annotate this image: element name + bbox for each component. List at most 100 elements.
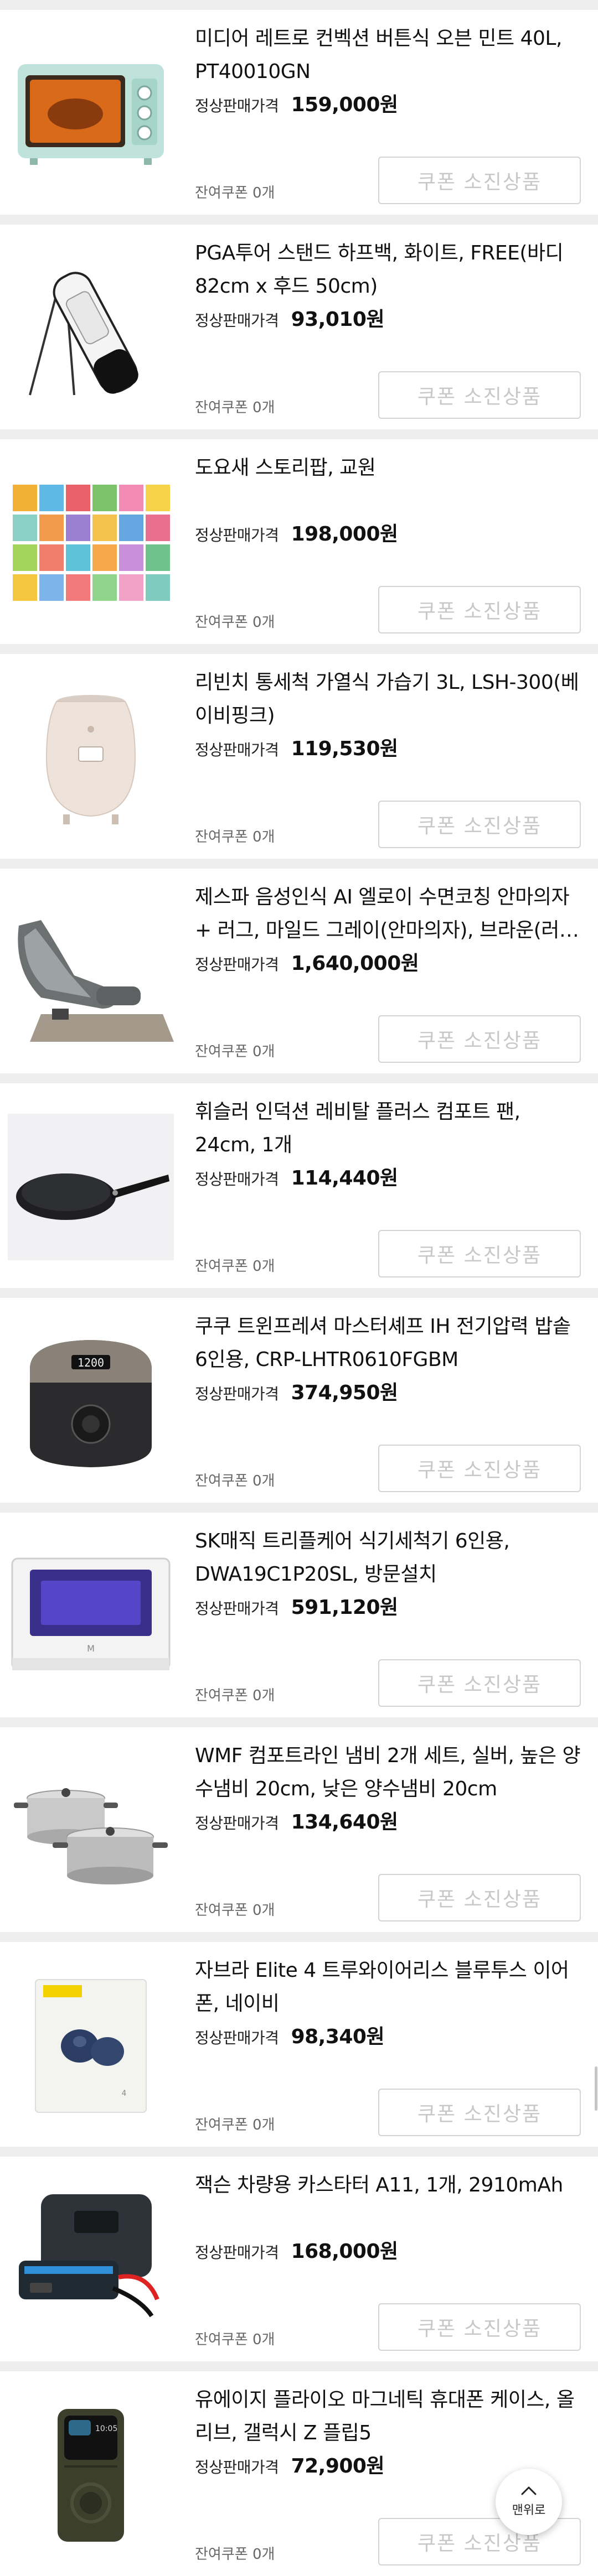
price-row: 정상판매가격 198,000원 [195,518,398,547]
price-row: 정상판매가격 374,950원 [195,1377,398,1405]
coupon-soldout-button[interactable]: 쿠폰 소진상품 [378,801,581,848]
price-row: 정상판매가격 591,120원 [195,1591,398,1620]
earbuds-icon[interactable]: 4 [8,1972,174,2119]
humidifier-icon[interactable] [8,684,174,831]
svg-text:1200: 1200 [78,1356,104,1369]
coupon-soldout-button[interactable]: 쿠폰 소진상품 [378,1659,581,1707]
price-row: 정상판매가격 119,530원 [195,733,398,761]
svg-text:4: 4 [122,2089,127,2098]
price-label: 정상판매가격 [195,2243,279,2262]
price-row: 정상판매가격 72,900원 [195,2450,385,2479]
list-item[interactable]: WMF 컴포트라인 냄비 2개 세트, 실버, 높은 양수냄비 20cm, 낮은… [0,1717,598,1932]
price-row: 정상판매가격 1,640,000원 [195,947,419,976]
scroll-to-top-button[interactable]: 맨위로 [496,2469,562,2535]
remaining-coupon: 잔여쿠폰 0개 [195,1687,275,1704]
price-value: 168,000원 [291,2240,399,2263]
list-item[interactable]: 잭슨 차량용 카스타터 A11, 1개, 2910mAh 정상판매가격 168,… [0,2147,598,2361]
dishwasher-icon[interactable]: M [8,1543,174,1690]
price-value: 114,440원 [291,1167,399,1190]
chevron-up-icon [520,2486,537,2498]
coupon-soldout-button[interactable]: 쿠폰 소진상품 [378,2089,581,2136]
price-row: 정상판매가격 159,000원 [195,89,398,117]
price-value: 1,640,000원 [291,952,419,975]
price-label: 정상판매가격 [195,2029,279,2047]
frying-pan-icon[interactable] [8,1114,174,1260]
price-label: 정상판매가격 [195,955,279,974]
product-title[interactable]: PGA투어 스탠드 하프백, 화이트, FREE(바디 82cm x 후드 50… [195,237,582,303]
remaining-coupon: 잔여쿠폰 0개 [195,1902,275,1919]
price-label: 정상판매가격 [195,1170,279,1188]
pot-set-icon[interactable] [8,1758,174,1904]
rice-cooker-icon[interactable]: 1200 [8,1328,174,1475]
product-title[interactable]: 쿠쿠 트윈프레셔 마스터셰프 IH 전기압력 밥솥 6인용, CRP-LHTR0… [195,1310,582,1377]
price-row: 정상판매가격 93,010원 [195,303,385,332]
product-title[interactable]: 제스파 음성인식 AI 엘로이 수면코칭 안마의자 + 러그, 마일드 그레이(… [195,881,582,947]
coupon-soldout-button[interactable]: 쿠폰 소진상품 [378,1230,581,1277]
coupon-soldout-button[interactable]: 쿠폰 소진상품 [378,1874,581,1921]
product-list: 미디어 레트로 컨벡션 버튼식 오븐 민트 40L, PT40010GN 정상판… [0,0,598,2576]
list-item[interactable]: 리빈치 통세척 가열식 가습기 3L, LSH-300(베이비핑크) 정상판매가… [0,644,598,859]
price-label: 정상판매가격 [195,2458,279,2476]
product-title[interactable]: 휘슬러 인덕션 레비탈 플러스 컴포트 팬, 24cm, 1개 [195,1095,582,1162]
product-title[interactable]: WMF 컴포트라인 냄비 2개 세트, 실버, 높은 양수냄비 20cm, 낮은… [195,1739,582,1806]
price-value: 93,010원 [291,308,385,331]
price-label: 정상판매가격 [195,741,279,759]
list-item[interactable]: 제스파 음성인식 AI 엘로이 수면코칭 안마의자 + 러그, 마일드 그레이(… [0,859,598,1073]
golf-bag-icon[interactable] [8,255,174,402]
remaining-coupon: 잔여쿠폰 0개 [195,185,275,201]
scroll-to-top-label: 맨위로 [512,2504,546,2517]
product-title[interactable]: 도요새 스토리팝, 교원 [195,451,582,485]
price-row: 정상판매가격 98,340원 [195,2021,385,2049]
coupon-soldout-button[interactable]: 쿠폰 소진상품 [378,1015,581,1063]
list-item[interactable]: 미디어 레트로 컨벡션 버튼식 오븐 민트 40L, PT40010GN 정상판… [0,0,598,215]
product-title[interactable]: 리빈치 통세척 가열식 가습기 3L, LSH-300(베이비핑크) [195,666,582,733]
price-value: 98,340원 [291,2026,385,2048]
price-value: 198,000원 [291,523,399,546]
product-title[interactable]: 자브라 Elite 4 트루와이어리스 블루투스 이어폰, 네이비 [195,1954,582,2021]
remaining-coupon: 잔여쿠폰 0개 [195,1043,275,1060]
product-title[interactable]: 잭슨 차량용 카스타터 A11, 1개, 2910mAh [195,2169,582,2202]
coupon-soldout-button[interactable]: 쿠폰 소진상품 [378,157,581,204]
list-item[interactable]: M SK매직 트리플케어 식기세척기 6인용, DWA19C1P20SL, 방문… [0,1503,598,1717]
books-icon[interactable] [8,470,174,616]
remaining-coupon: 잔여쿠폰 0개 [195,2117,275,2133]
list-item[interactable]: 도요새 스토리팝, 교원 정상판매가격 198,000원 잔여쿠폰 0개 쿠폰 … [0,429,598,644]
massage-chair-icon[interactable] [8,899,174,1046]
product-title[interactable]: 미디어 레트로 컨벡션 버튼식 오븐 민트 40L, PT40010GN [195,22,582,89]
remaining-coupon: 잔여쿠폰 0개 [195,399,275,416]
coupon-soldout-button[interactable]: 쿠폰 소진상품 [378,1445,581,1492]
svg-text:10:05: 10:05 [95,2424,117,2433]
price-label: 정상판매가격 [195,97,279,115]
price-label: 정상판매가격 [195,1385,279,1403]
price-label: 정상판매가격 [195,1814,279,1832]
coupon-soldout-button[interactable]: 쿠폰 소진상품 [378,371,581,419]
price-value: 591,120원 [291,1596,399,1619]
list-item[interactable]: 4 자브라 Elite 4 트루와이어리스 블루투스 이어폰, 네이비 정상판매… [0,1932,598,2147]
price-value: 374,950원 [291,1382,399,1404]
price-label: 정상판매가격 [195,526,279,544]
price-value: 119,530원 [291,738,399,760]
price-row: 정상판매가격 114,440원 [195,1162,398,1191]
list-item[interactable]: 1200 쿠쿠 트윈프레셔 마스터셰프 IH 전기압력 밥솥 6인용, CRP-… [0,1288,598,1503]
svg-text:M: M [87,1643,95,1654]
coupon-soldout-button[interactable]: 쿠폰 소진상품 [378,2303,581,2351]
phone-case-icon[interactable]: 10:05 [8,2402,174,2548]
jump-starter-icon[interactable] [8,2187,174,2334]
product-title[interactable]: SK매직 트리플케어 식기세척기 6인용, DWA19C1P20SL, 방문설치 [195,1525,582,1591]
scrollbar-thumb[interactable] [595,2066,597,2111]
list-item[interactable]: 휘슬러 인덕션 레비탈 플러스 컴포트 팬, 24cm, 1개 정상판매가격 1… [0,1073,598,1288]
list-item[interactable]: PGA투어 스탠드 하프백, 화이트, FREE(바디 82cm x 후드 50… [0,215,598,429]
product-title[interactable]: 유에이지 플라이오 마그네틱 휴대폰 케이스, 올리브, 갤럭시 Z 플립5 [195,2383,582,2450]
price-label: 정상판매가격 [195,311,279,330]
list-item[interactable]: 10:05 유에이지 플라이오 마그네틱 휴대폰 케이스, 올리브, 갤럭시 Z… [0,2361,598,2576]
price-value: 159,000원 [291,94,399,116]
remaining-coupon: 잔여쿠폰 0개 [195,829,275,845]
coupon-soldout-button[interactable]: 쿠폰 소진상품 [378,586,581,633]
oven-icon[interactable] [8,40,174,187]
price-value: 134,640원 [291,1811,399,1834]
price-label: 정상판매가격 [195,1599,279,1618]
remaining-coupon: 잔여쿠폰 0개 [195,614,275,631]
price-value: 72,900원 [291,2455,385,2478]
remaining-coupon: 잔여쿠폰 0개 [195,1258,275,1275]
price-row: 정상판매가격 134,640원 [195,1806,398,1835]
